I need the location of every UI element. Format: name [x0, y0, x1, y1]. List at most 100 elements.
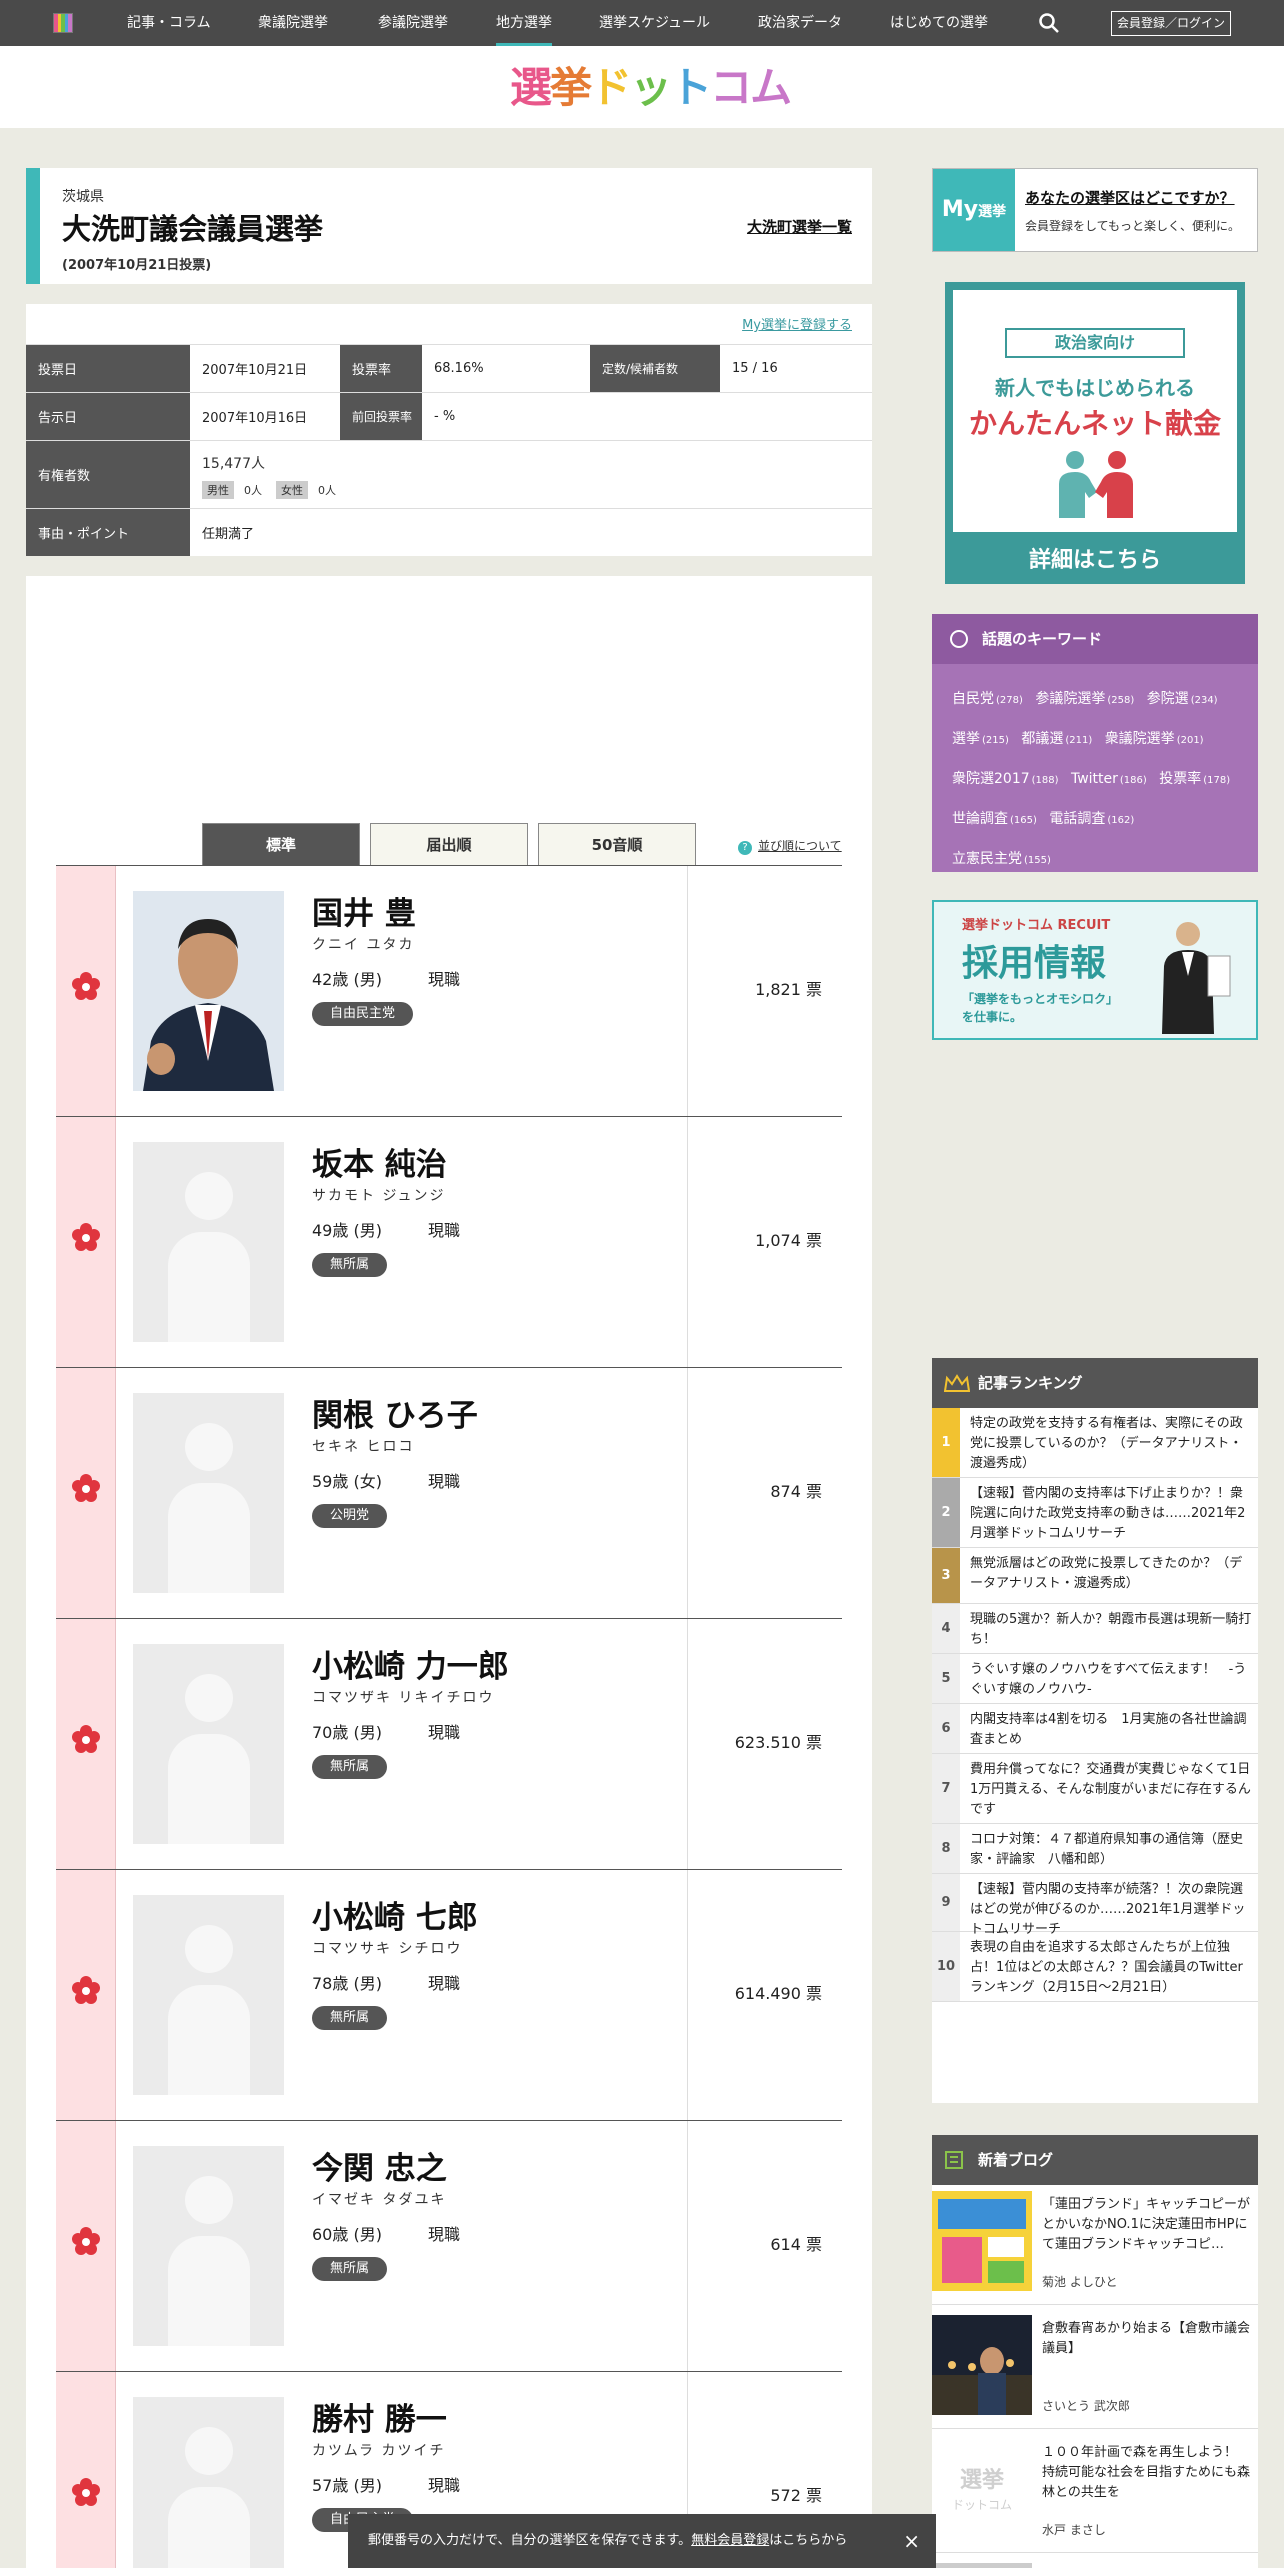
- blog-title[interactable]: １００年計画で森を再生しよう！ 持続可能な社会を目指すためにも森林との共生を: [1042, 2443, 1252, 2503]
- keyword-header: 話題のキーワード: [932, 614, 1258, 664]
- candidate-name[interactable]: 小松崎 七郎: [312, 1892, 478, 1937]
- nav-first-election[interactable]: はじめての選挙: [890, 0, 988, 46]
- election-list-link[interactable]: 大洗町選挙一覧: [747, 216, 852, 237]
- donation-cta[interactable]: 詳細はこちら: [945, 542, 1245, 574]
- keyword-link[interactable]: 参院選 (234): [1147, 691, 1218, 707]
- blog-thumbnail[interactable]: [932, 2191, 1032, 2291]
- candidate-row[interactable]: 国井 豊クニイ ユタカ 42歳 (男) 現職 自由民主党 1,821 票: [56, 865, 842, 1116]
- blog-title[interactable]: 「蓮田ブランド」キャッチコピーがとかいなかNO.1に決定蓮田市HPにて蓮田ブラン…: [1042, 2195, 1252, 2255]
- blog-thumbnail[interactable]: [932, 2315, 1032, 2415]
- keyword-link[interactable]: 立憲民主党 (155): [952, 851, 1051, 867]
- keyword-link[interactable]: 投票率 (178): [1159, 771, 1230, 787]
- my-election-question[interactable]: あなたの選挙区はどこですか？: [1025, 187, 1235, 208]
- ranking-item[interactable]: 6 内閣支持率は4割を切る 1月実施の各社世論調査まとめ: [932, 1704, 1258, 1754]
- ranking-title[interactable]: 費用弁償ってなに？交通費が実費じゃなくて1日1万円貰える、そんな制度がいまだに存…: [970, 1760, 1252, 1820]
- candidate-votes: 874 票: [770, 1482, 822, 1501]
- ranking-item[interactable]: 3 無党派層はどの政党に投票してきたのか？（データアナリスト・渡邉秀成）: [932, 1548, 1258, 1604]
- ranking-title[interactable]: 表現の自由を追求する太郎さんたちが上位独占！1位はどの太郎さん？？国会議員のTw…: [970, 1938, 1252, 1998]
- candidate-photo[interactable]: [133, 1393, 284, 1593]
- ranking-title[interactable]: うぐいす嬢のノウハウをすべて伝えます！ -うぐいす嬢のノウハウ-: [970, 1660, 1252, 1700]
- candidate-name[interactable]: 坂本 純治: [312, 1139, 447, 1184]
- candidate-photo[interactable]: [133, 891, 284, 1091]
- keyword-link[interactable]: 世論調査 (165): [952, 811, 1037, 827]
- reason-label: 事由・ポイント: [26, 509, 190, 556]
- donation-ad[interactable]: 政治家向け 新人でもはじめられる かんたんネット献金 詳細はこちら: [945, 282, 1245, 584]
- candidate-row[interactable]: 関根 ひろ子 セキネ ヒロコ 59歳 (女) 現職 公明党 874 票: [56, 1367, 842, 1618]
- info-row: 告示日 2007年10月16日 前回投票率 - %: [26, 392, 872, 440]
- candidate-name[interactable]: 小松崎 力一郎: [312, 1641, 509, 1686]
- candidate-photo[interactable]: [133, 1895, 284, 2095]
- candidate-name[interactable]: 国井 豊: [312, 888, 416, 933]
- blog-item[interactable]: 「蓮田ブランド」キャッチコピーがとかいなかNO.1に決定蓮田市HPにて蓮田ブラン…: [932, 2185, 1258, 2305]
- recruit-small: 選挙ドットコム RECUIT: [962, 918, 1111, 933]
- ranking-item[interactable]: 8 コロナ対策：４７都道府県知事の通信簿（歴史家・評論家 八幡和郎）: [932, 1824, 1258, 1874]
- blog-thumbnail[interactable]: 選挙 ドットコム: [932, 2439, 1032, 2539]
- ranking-item[interactable]: 1 特定の政党を支持する有権者は、実際にその政党に投票しているのか？（データアナリ…: [932, 1408, 1258, 1478]
- sort-info-link[interactable]: ? 並び順について: [738, 837, 842, 855]
- blog-thumbnail[interactable]: [932, 2563, 1032, 2568]
- ranking-item[interactable]: 2 【速報】菅内閣の支持率は下げ止まりか？！衆院選に向けた政党支持率の動きは……2…: [932, 1478, 1258, 1548]
- ranking-title[interactable]: 【速報】菅内閣の支持率は下げ止まりか？！衆院選に向けた政党支持率の動きは……20…: [970, 1484, 1252, 1544]
- rose-icon: [72, 972, 100, 1000]
- notice-day-value: 2007年10月16日: [202, 411, 308, 426]
- blog-item[interactable]: 選挙 ドットコム １００年計画で森を再生しよう！ 持続可能な社会を目指すためにも森林…: [932, 2433, 1258, 2553]
- keyword-link[interactable]: 自民党 (278): [952, 691, 1023, 707]
- nav-local-elections[interactable]: 地方選挙: [496, 0, 552, 46]
- recruit-ad[interactable]: 選挙ドットコム RECUIT 採用情報 「選挙をもっとオモシロク」 を仕事に。: [932, 900, 1258, 1040]
- site-icon[interactable]: [53, 13, 73, 33]
- nav-schedule[interactable]: 選挙スケジュール: [599, 0, 710, 46]
- divider: [687, 2121, 688, 2371]
- candidate-photo[interactable]: [133, 1142, 284, 1342]
- ranking-item[interactable]: 4 現職の5選か？新人か？朝霞市長選は現新一騎打ち！: [932, 1604, 1258, 1654]
- ranking-title[interactable]: コロナ対策：４７都道府県知事の通信簿（歴史家・評論家 八幡和郎）: [970, 1830, 1252, 1870]
- keyword-link[interactable]: 参議院選挙 (258): [1035, 691, 1134, 707]
- nav-upper-house[interactable]: 参議院選挙: [378, 0, 448, 46]
- search-icon[interactable]: [1038, 12, 1060, 34]
- free-signup-link[interactable]: 無料会員登録: [691, 2533, 769, 2548]
- keyword-link[interactable]: Twitter (186): [1071, 771, 1147, 787]
- register-my-election-link[interactable]: My選挙に登録する: [742, 314, 852, 333]
- my-election-box[interactable]: My選挙 あなたの選挙区はどこですか？ 会員登録をしてもっと楽しく、便利に。: [932, 168, 1258, 252]
- nav-articles[interactable]: 記事・コラム: [127, 0, 211, 46]
- candidate-name[interactable]: 今関 忠之: [312, 2143, 447, 2188]
- banner-text: 郵便番号の入力だけで、自分の選挙区を保存できます。: [368, 2533, 692, 2548]
- candidate-votes: 1,074 票: [755, 1231, 822, 1250]
- blog-title[interactable]: 倉敷春宵あかり始まる【倉敷市議会議員】: [1042, 2319, 1252, 2359]
- nav-lower-house[interactable]: 衆議院選挙: [258, 0, 328, 46]
- tab-syllabary-order[interactable]: 50音順: [538, 823, 696, 865]
- keyword-link[interactable]: 衆議院選挙 (201): [1105, 731, 1204, 747]
- ranking-title[interactable]: 内閣支持率は4割を切る 1月実施の各社世論調査まとめ: [970, 1710, 1252, 1750]
- tab-standard[interactable]: 標準: [202, 823, 360, 865]
- tab-filing-order[interactable]: 届出順: [370, 823, 528, 865]
- candidate-photo[interactable]: [133, 2146, 284, 2346]
- site-logo[interactable]: 選挙ドットコム: [510, 62, 792, 114]
- ranking-item[interactable]: 5 うぐいす嬢のノウハウをすべて伝えます！ -うぐいす嬢のノウハウ-: [932, 1654, 1258, 1704]
- candidate-row[interactable]: 坂本 純治 サカモト ジュンジ 49歳 (男) 現職 無所属 1,074 票: [56, 1116, 842, 1367]
- keyword-link[interactable]: 選挙 (215): [952, 731, 1009, 747]
- nav-politician-data[interactable]: 政治家データ: [758, 0, 842, 46]
- keyword-link[interactable]: 衆院選2017 (188): [952, 771, 1059, 787]
- ranking-title[interactable]: 現職の5選か？新人か？朝霞市長選は現新一騎打ち！: [970, 1610, 1252, 1650]
- keyword-link[interactable]: 都議選 (211): [1021, 731, 1092, 747]
- candidate-row[interactable]: 小松崎 七郎 コマツサキ シチロウ 78歳 (男) 現職 無所属 614.490 票: [56, 1869, 842, 2120]
- ranking-title[interactable]: 特定の政党を支持する有権者は、実際にその政党に投票しているのか？（データアナリス…: [970, 1414, 1252, 1474]
- ranking-item[interactable]: 9 【速報】菅内閣の支持率が続落？！次の衆院選はどの党が伸びるのか……2021年1…: [932, 1874, 1258, 1937]
- keyword-link[interactable]: 電話調査 (162): [1049, 811, 1134, 827]
- reason-value: 任期満了: [202, 527, 255, 542]
- candidate-photo[interactable]: [133, 2397, 284, 2568]
- candidate-row[interactable]: 小松崎 力一郎 コマツザキ リキイチロウ 70歳 (男) 現職 無所属 623.510 票: [56, 1618, 842, 1869]
- close-icon[interactable]: ×: [903, 2514, 920, 2568]
- rank-number: 7: [932, 1754, 960, 1823]
- candidate-name[interactable]: 勝村 勝一: [312, 2394, 447, 2439]
- candidate-status: 現職: [428, 2476, 461, 2495]
- candidate-photo[interactable]: [133, 1644, 284, 1844]
- ranking-title[interactable]: 【速報】菅内閣の支持率が続落？！次の衆院選はどの党が伸びるのか……2021年1月…: [970, 1880, 1252, 1940]
- blog-item[interactable]: 府中市でも「若者の孤立」対策: [932, 2557, 1258, 2568]
- login-button[interactable]: 会員登録／ログイン: [1111, 11, 1231, 36]
- ranking-item[interactable]: 10 表現の自由を追求する太郎さんたちが上位独占！1位はどの太郎さん？？国会議員の…: [932, 1932, 1258, 2002]
- ranking-item[interactable]: 7 費用弁償ってなに？交通費が実費じゃなくて1日1万円貰える、そんな制度がいまだに…: [932, 1754, 1258, 1824]
- candidate-row[interactable]: 今関 忠之 イマゼキ タダユキ 60歳 (男) 現職 無所属 614 票: [56, 2120, 842, 2371]
- blog-item[interactable]: 倉敷春宵あかり始まる【倉敷市議会議員】 さいとう 武次郎: [932, 2309, 1258, 2429]
- ranking-title[interactable]: 無党派層はどの政党に投票してきたのか？（データアナリスト・渡邉秀成）: [970, 1554, 1252, 1594]
- candidate-name[interactable]: 関根 ひろ子: [312, 1390, 478, 1435]
